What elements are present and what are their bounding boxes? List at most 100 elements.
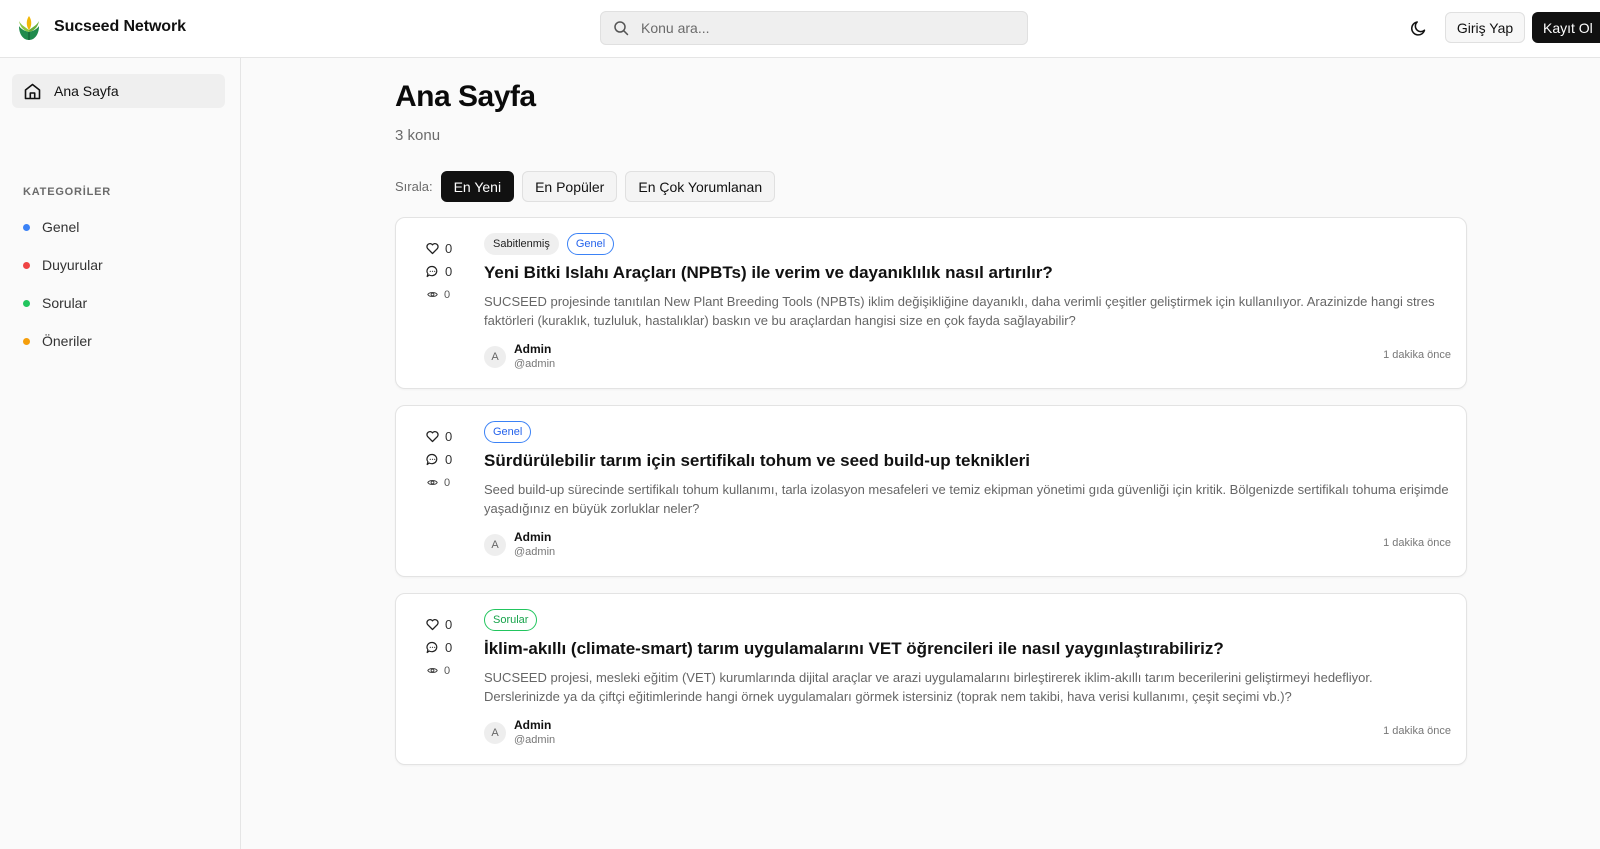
avatar: A <box>484 534 506 556</box>
pinned-badge: Sabitlenmiş <box>484 233 559 255</box>
post-excerpt: SUCSEED projesinde tanıtılan New Plant B… <box>484 294 1435 328</box>
sort-label: Sırala: <box>395 179 433 194</box>
home-icon <box>24 83 41 99</box>
sidebar-item-sorular[interactable]: Sorular <box>23 284 223 322</box>
sidebar: Ana Sayfa KATEGORİLER Genel Duyurular So… <box>0 58 241 849</box>
post-title[interactable]: İklim-akıllı (climate-smart) tarım uygul… <box>484 638 1449 659</box>
comment-count: 0 <box>445 452 453 467</box>
post-author[interactable]: A Admin @admin <box>484 718 555 748</box>
register-button[interactable]: Kayıt Ol <box>1532 12 1600 43</box>
like-count: 0 <box>445 429 453 444</box>
post-time: 1 dakika önce <box>1383 349 1451 361</box>
comment-icon <box>426 265 438 278</box>
brand-name: Sucseed Network <box>54 18 186 35</box>
post-content: Sabitlenmiş Genel Yeni Bitki Islahı Araç… <box>484 233 1449 330</box>
author-name: Admin <box>514 342 552 356</box>
brand[interactable]: Sucseed Network <box>18 12 186 42</box>
sort-popular-button[interactable]: En Popüler <box>522 171 618 202</box>
post-time: 1 dakika önce <box>1383 537 1451 549</box>
category-list: Genel Duyurular Sorular Öneriler <box>23 208 223 360</box>
view-stat: 0 <box>426 471 466 494</box>
post-title[interactable]: Yeni Bitki Islahı Araçları (NPBTs) ile v… <box>484 262 1449 283</box>
author-handle: @admin <box>514 358 556 370</box>
category-label: Sorular <box>42 295 88 311</box>
post-content: Genel Sürdürülebilir tarım için sertifik… <box>484 421 1449 518</box>
sort-bar: Sırala: En Yeni En Popüler En Çok Yoruml… <box>395 171 783 202</box>
category-badge[interactable]: Sorular <box>484 609 538 631</box>
view-count: 0 <box>444 664 451 677</box>
sidebar-item-oneriler[interactable]: Öneriler <box>23 322 223 360</box>
page-title: Ana Sayfa <box>395 80 536 113</box>
view-stat: 0 <box>426 283 466 306</box>
category-label: Genel <box>42 219 80 235</box>
comment-count: 0 <box>445 264 453 279</box>
search-icon <box>614 21 629 36</box>
post-author[interactable]: A Admin @admin <box>484 530 555 560</box>
author-name: Admin <box>514 530 552 544</box>
author-name: Admin <box>514 718 552 732</box>
sidebar-item-duyurular[interactable]: Duyurular <box>23 246 223 284</box>
heart-icon <box>426 618 439 631</box>
categories-heading: KATEGORİLER <box>23 186 112 198</box>
post-excerpt: SUCSEED projesi, mesleki eğitim (VET) ku… <box>484 670 1373 704</box>
post-stats: 0 0 0 <box>426 237 466 306</box>
like-stat[interactable]: 0 <box>426 237 466 260</box>
sidebar-item-home[interactable]: Ana Sayfa <box>12 74 225 108</box>
category-label: Duyurular <box>42 257 103 273</box>
like-stat[interactable]: 0 <box>426 613 466 636</box>
comment-icon <box>426 641 438 654</box>
login-button[interactable]: Giriş Yap <box>1445 12 1525 43</box>
post-stats: 0 0 0 <box>426 425 466 494</box>
like-count: 0 <box>445 617 453 632</box>
comment-stat: 0 <box>426 448 466 471</box>
post-content: Sorular İklim-akıllı (climate-smart) tar… <box>484 609 1449 706</box>
category-badge[interactable]: Genel <box>566 233 615 255</box>
view-stat: 0 <box>426 659 466 682</box>
like-stat[interactable]: 0 <box>426 425 466 448</box>
post-excerpt: Seed build-up sürecinde sertifikalı tohu… <box>484 482 1449 516</box>
sidebar-item-label: Ana Sayfa <box>54 83 119 99</box>
post-list: 0 0 0 Sabitlenmiş Genel Yeni Bitki Islah… <box>395 217 1467 781</box>
post-card[interactable]: 0 0 0 Genel Sürdürülebilir tarım için se… <box>395 405 1467 577</box>
category-dot-icon <box>23 299 30 307</box>
author-handle: @admin <box>514 734 556 746</box>
category-badge[interactable]: Genel <box>484 421 532 443</box>
comment-stat: 0 <box>426 260 466 283</box>
dark-mode-toggle-icon[interactable] <box>1410 19 1428 37</box>
comment-stat: 0 <box>426 636 466 659</box>
heart-icon <box>426 242 439 255</box>
sidebar-item-genel[interactable]: Genel <box>23 208 223 246</box>
category-dot-icon <box>23 261 30 269</box>
post-card[interactable]: 0 0 0 Sorular İklim-akıllı (climate-smar… <box>395 593 1467 765</box>
category-dot-icon <box>23 337 30 345</box>
sort-newest-button[interactable]: En Yeni <box>440 171 515 202</box>
comment-count: 0 <box>445 640 453 655</box>
avatar: A <box>484 346 506 368</box>
sort-most-commented-button[interactable]: En Çok Yorumlanan <box>625 171 776 202</box>
eye-icon <box>427 667 438 674</box>
post-author[interactable]: A Admin @admin <box>484 342 555 372</box>
post-stats: 0 0 0 <box>426 613 466 682</box>
post-time: 1 dakika önce <box>1383 725 1451 737</box>
post-title[interactable]: Sürdürülebilir tarım için sertifikalı to… <box>484 450 1449 471</box>
avatar: A <box>484 722 506 744</box>
eye-icon <box>427 291 438 298</box>
top-bar: Sucseed Network Giriş Yap Kayıt Ol <box>0 0 1600 58</box>
like-count: 0 <box>445 241 453 256</box>
post-badges: Sorular <box>484 609 1449 631</box>
comment-icon <box>426 453 438 466</box>
view-count: 0 <box>444 476 451 489</box>
heart-icon <box>426 430 439 443</box>
view-count: 0 <box>444 288 451 301</box>
post-badges: Genel <box>484 421 1449 443</box>
sprout-logo-icon <box>19 16 39 40</box>
author-handle: @admin <box>514 546 556 558</box>
post-badges: Sabitlenmiş Genel <box>484 233 1449 255</box>
eye-icon <box>427 479 438 486</box>
category-label: Öneriler <box>42 333 92 349</box>
search-input[interactable] <box>641 20 1011 36</box>
topic-count: 3 konu <box>395 127 441 144</box>
search-box[interactable] <box>600 11 1028 45</box>
category-dot-icon <box>23 223 30 231</box>
post-card[interactable]: 0 0 0 Sabitlenmiş Genel Yeni Bitki Islah… <box>395 217 1467 389</box>
